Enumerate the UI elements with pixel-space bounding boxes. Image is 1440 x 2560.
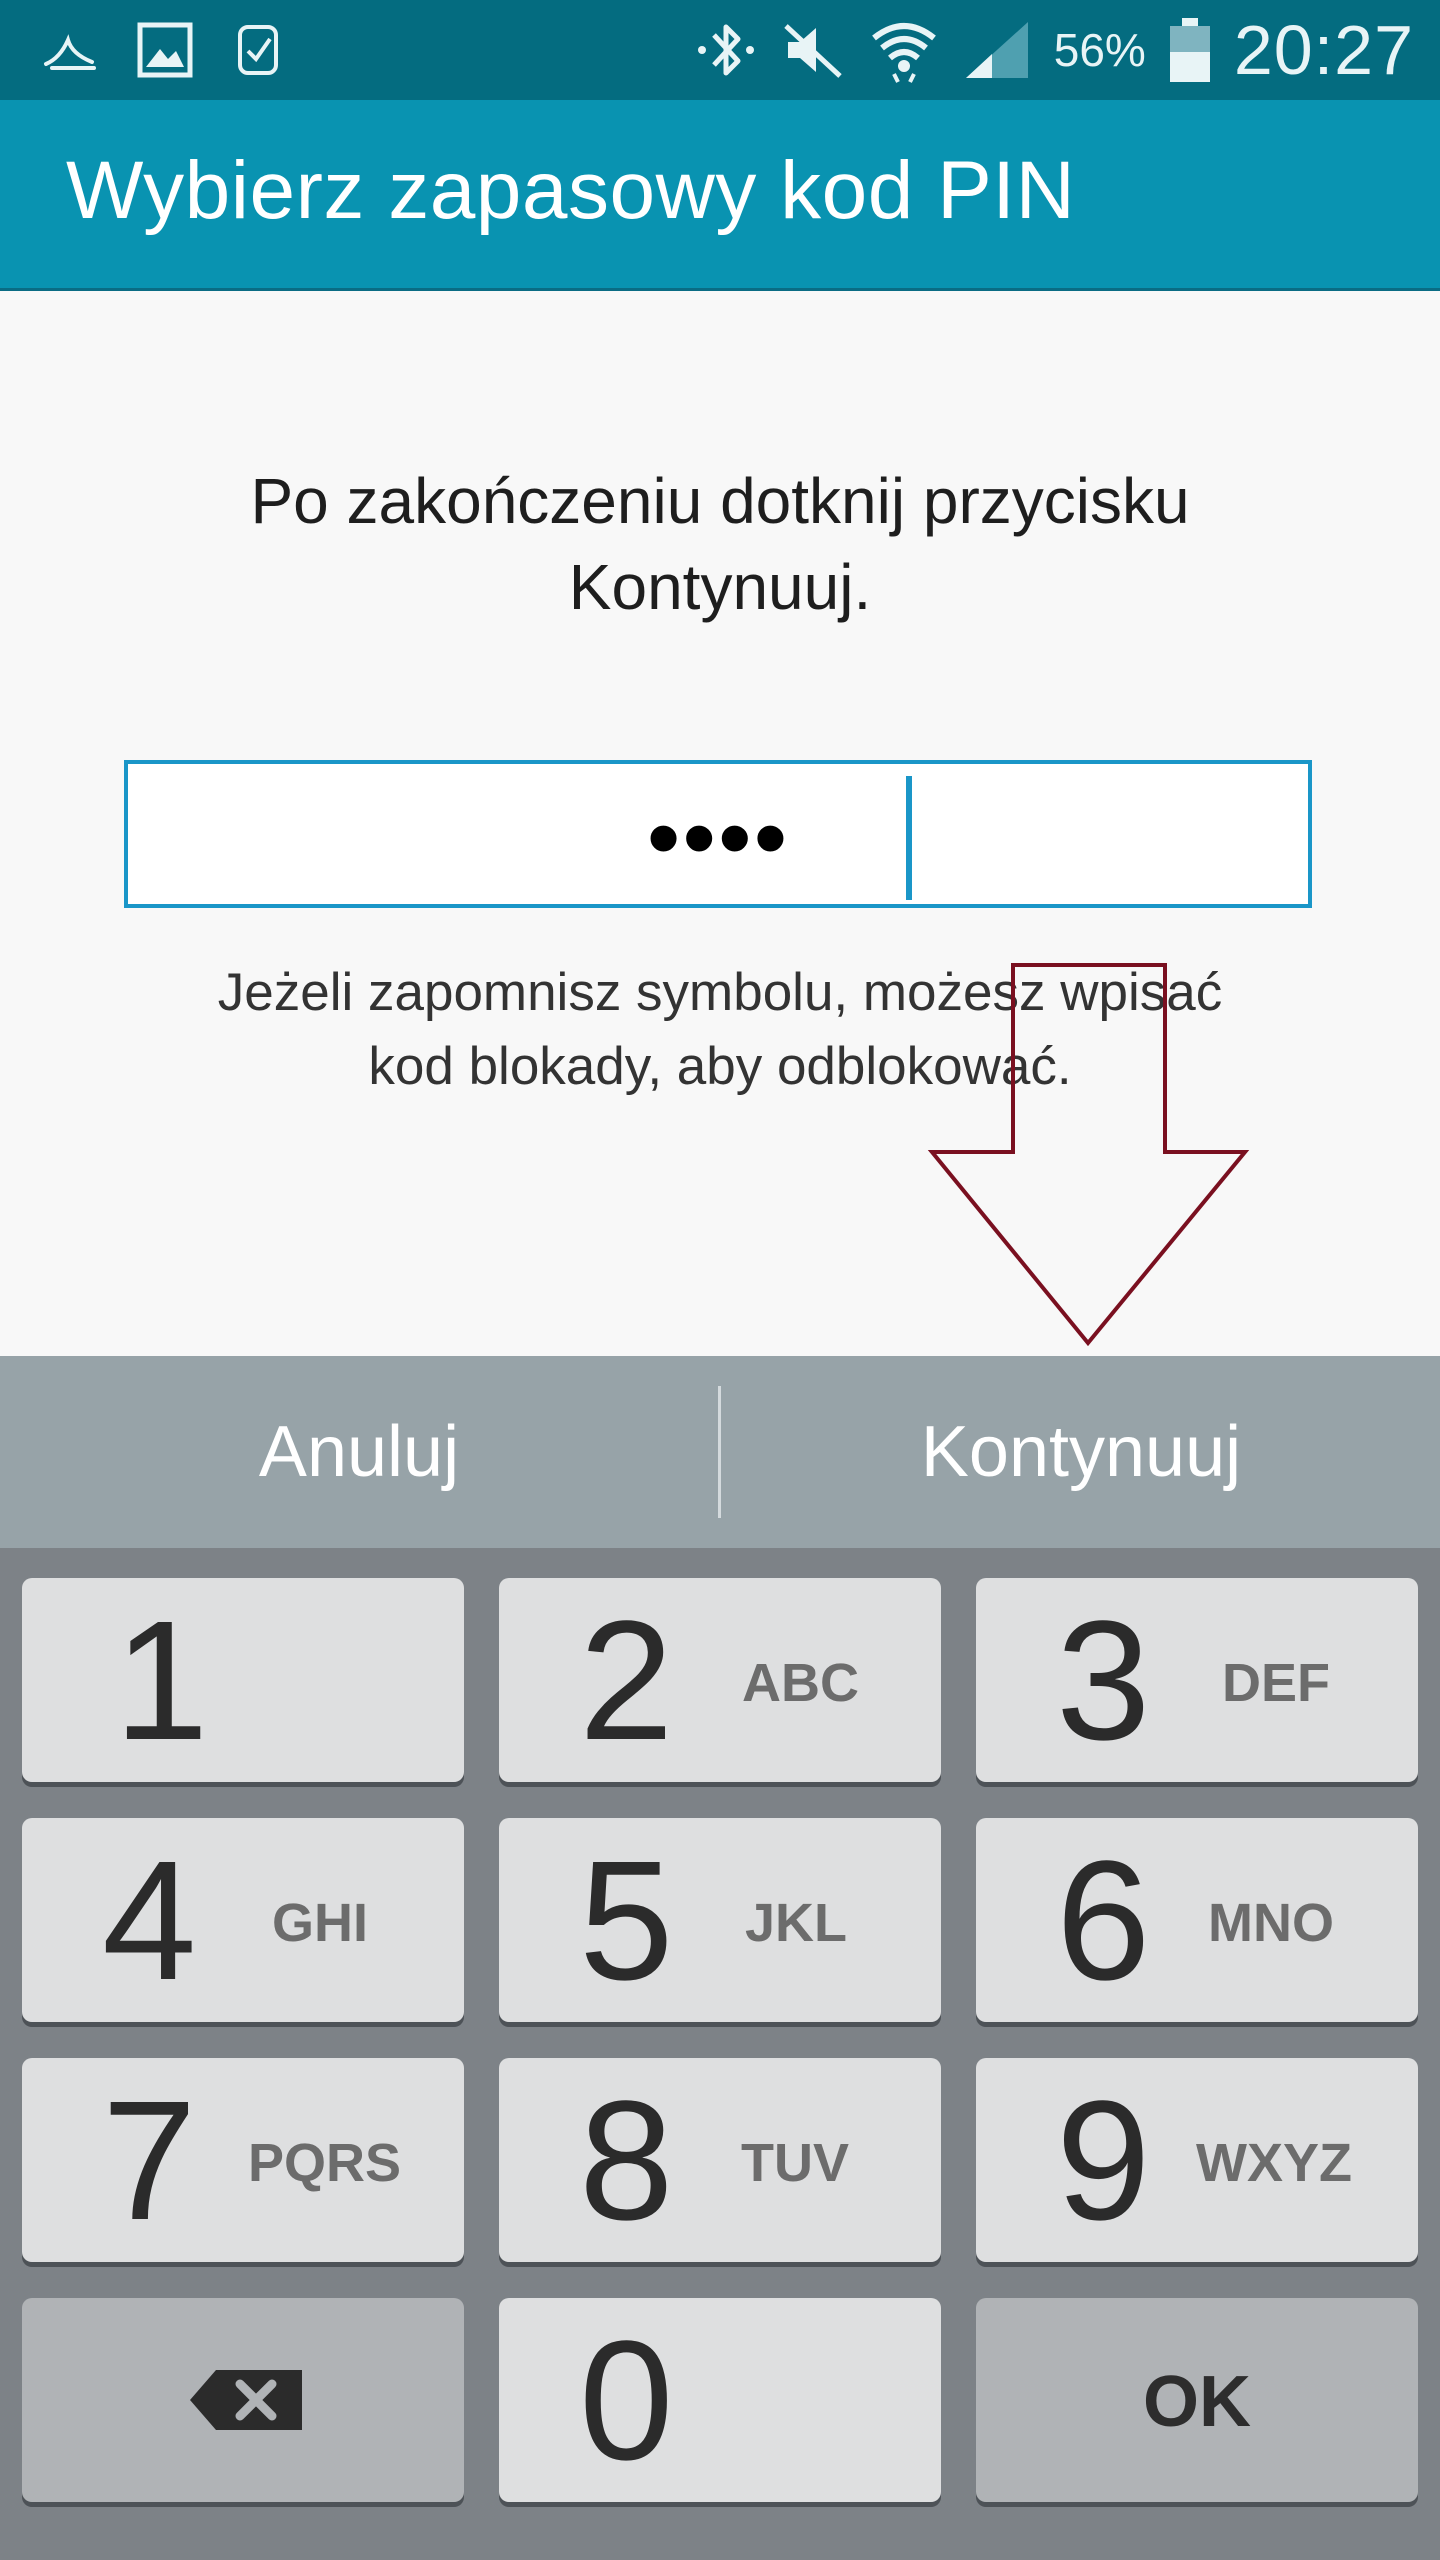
key-9[interactable]: 9 WXYZ — [976, 2058, 1418, 2262]
key-6[interactable]: 6 MNO — [976, 1818, 1418, 2022]
key-digit: 8 — [579, 2066, 674, 2256]
key-letters: WXYZ — [1196, 2133, 1352, 2193]
key-digit: 3 — [1056, 1586, 1151, 1776]
signal-icon — [962, 20, 1032, 80]
instruction-text: Po zakończeniu dotknij przycisku Kontynu… — [0, 458, 1440, 630]
key-digit: 4 — [102, 1826, 197, 2016]
key-5[interactable]: 5 JKL — [499, 1818, 941, 2022]
clock: 20:27 — [1233, 11, 1414, 89]
key-digit: 7 — [102, 2066, 197, 2256]
continue-button[interactable]: Kontynuuj — [722, 1356, 1440, 1548]
key-digit: 0 — [579, 2306, 674, 2496]
backspace-button[interactable] — [22, 2298, 464, 2502]
numeric-keypad: 1 2 ABC 3 DEF 4 GHI 5 JKL 6 MNO 7 PQRS 8… — [0, 1548, 1440, 2560]
instruction-line-1: Po zakończeniu dotknij przycisku — [250, 465, 1190, 537]
key-digit: 2 — [579, 1586, 674, 1776]
key-letters: GHI — [272, 1893, 369, 1953]
page-title: Wybierz zapasowy kod PIN — [66, 145, 1076, 236]
instruction-line-2: Kontynuuj. — [568, 551, 872, 623]
key-3[interactable]: 3 DEF — [976, 1578, 1418, 1782]
pin-mask: •••• — [646, 784, 790, 891]
battery-icon — [1168, 16, 1212, 84]
status-bar: 56% 20:27 — [0, 0, 1440, 100]
swiftkey-icon — [42, 28, 98, 72]
key-0[interactable]: 0 — [499, 2298, 941, 2502]
cancel-button[interactable]: Anuluj — [0, 1356, 718, 1548]
key-letters: ABC — [742, 1653, 859, 1713]
down-arrow-annotation-icon — [927, 963, 1250, 1347]
key-digit: 9 — [1056, 2066, 1151, 2256]
app-bar: Wybierz zapasowy kod PIN — [0, 100, 1440, 291]
wifi-icon — [868, 14, 940, 86]
key-letters: TUV — [741, 2133, 849, 2193]
battery-percent: 56% — [1053, 24, 1146, 76]
action-divider — [718, 1386, 721, 1518]
key-letters: PQRS — [248, 2133, 402, 2193]
text-cursor — [906, 776, 912, 900]
key-letters: MNO — [1208, 1893, 1334, 1953]
mute-icon — [780, 20, 846, 80]
key-digit: 6 — [1056, 1826, 1151, 2016]
key-4[interactable]: 4 GHI — [22, 1818, 464, 2022]
key-digit: 5 — [579, 1826, 674, 2016]
key-2[interactable]: 2 ABC — [499, 1578, 941, 1782]
action-bar: Anuluj Kontynuuj — [0, 1356, 1440, 1548]
ok-label: OK — [1143, 2362, 1251, 2442]
key-7[interactable]: 7 PQRS — [22, 2058, 464, 2262]
key-letters: DEF — [1222, 1653, 1330, 1713]
ok-button[interactable]: OK — [976, 2298, 1418, 2502]
bluetooth-icon — [694, 17, 758, 83]
backspace-icon — [190, 2370, 302, 2430]
key-8[interactable]: 8 TUV — [499, 2058, 941, 2262]
key-digit: 1 — [114, 1586, 209, 1776]
gallery-icon — [136, 21, 194, 79]
key-letters: JKL — [745, 1893, 848, 1953]
key-1[interactable]: 1 — [22, 1578, 464, 1782]
watch-icon — [232, 21, 284, 79]
pin-input[interactable]: •••• — [124, 760, 1312, 908]
